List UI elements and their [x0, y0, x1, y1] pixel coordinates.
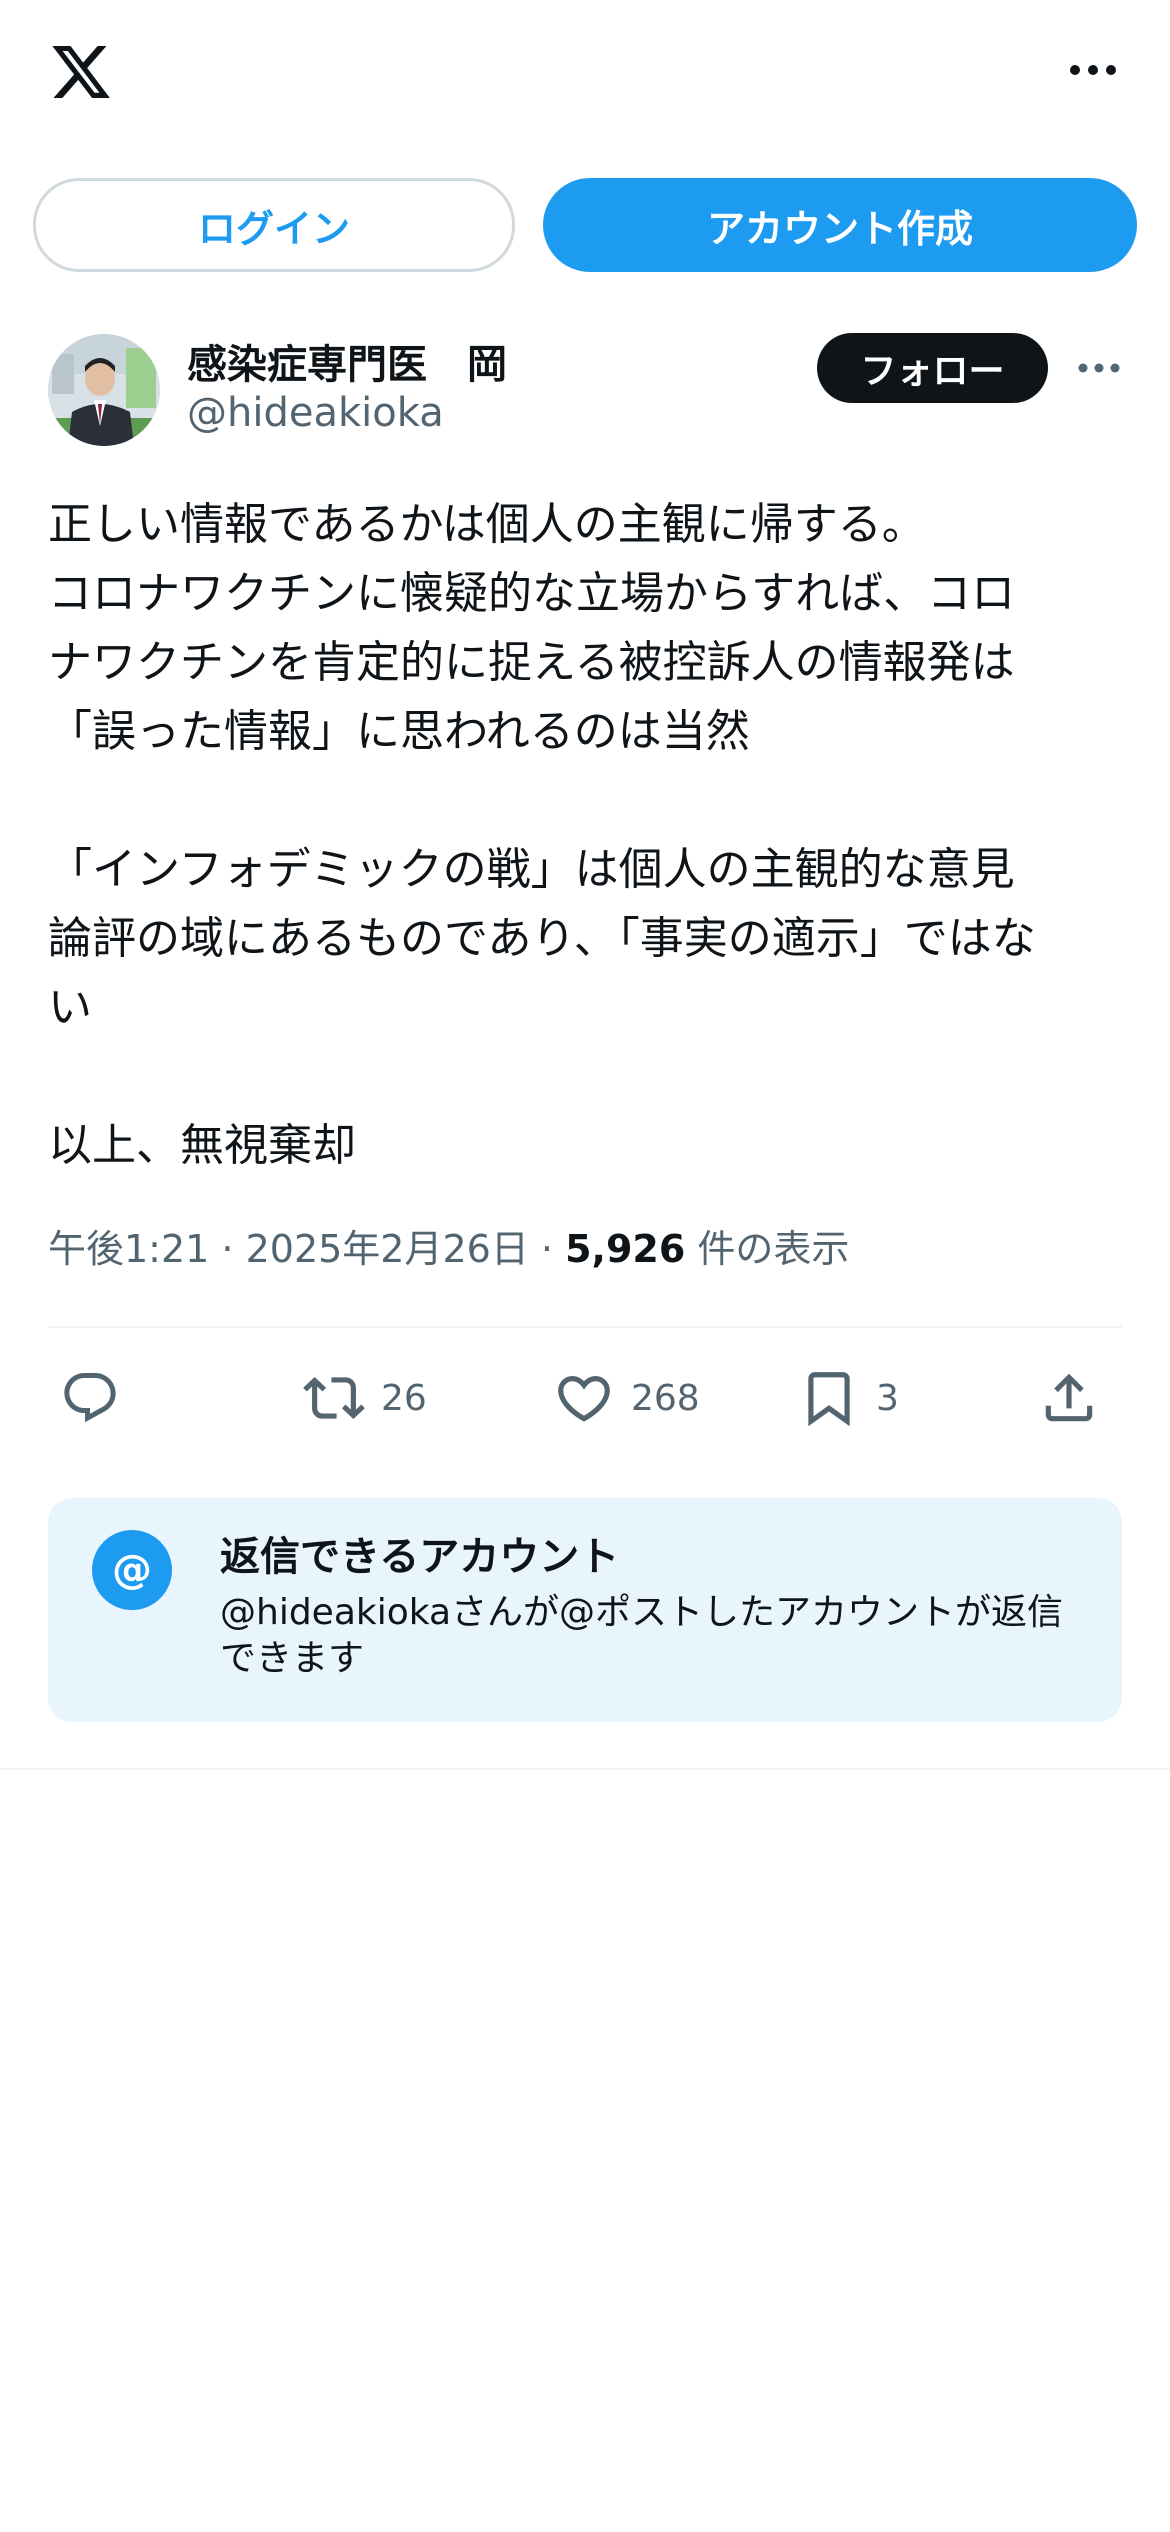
meta-separator: ·: [209, 1227, 246, 1271]
like-button[interactable]: 268: [553, 1360, 700, 1436]
auth-buttons: ログイン アカウント作成: [33, 178, 1137, 272]
share-icon: [1045, 1373, 1093, 1422]
post-text-line: コロナワクチンに懐疑的な立場からすれば、コロ: [48, 568, 1016, 619]
author-display-name[interactable]: 感染症専門医 岡: [187, 332, 507, 390]
avatar-image: [48, 334, 160, 446]
post-meta: 午後1:21 · 2025年2月26日 · 5,926 件の表示: [48, 1218, 1128, 1273]
more-horizontal-icon[interactable]: [1078, 358, 1120, 378]
post-text-line: ナワクチンを肯定的に捉える被控訴人の情報発は: [48, 637, 1015, 688]
views-count: 5,926: [565, 1227, 686, 1271]
meta-separator: ·: [528, 1227, 566, 1271]
repost-icon: [303, 1377, 365, 1419]
reply-settings-notice: @ 返信できるアカウント @hideakiokaさんが@ポストしたアカウントが返…: [48, 1498, 1122, 1722]
heart-icon: [558, 1376, 610, 1422]
post-time[interactable]: 午後1:21: [48, 1227, 209, 1271]
reply-icon: [64, 1373, 116, 1423]
post-text: 正しい情報であるかは個人の主観に帰する。 コロナワクチンに懐疑的な立場からすれば…: [48, 490, 1128, 1180]
top-bar: [0, 0, 1170, 150]
reply-settings-description: @hideakiokaさんが@ポストしたアカウントが返信できます: [220, 1592, 1064, 1679]
repost-count: 26: [381, 1377, 427, 1419]
post-date[interactable]: 2025年2月26日: [246, 1227, 529, 1271]
post-text-line: 「インフォデミックの戦」は個人の主観的な意見: [48, 844, 1015, 895]
reply-settings-title: 返信できるアカウント: [220, 1534, 620, 1580]
bookmark-count: 3: [876, 1377, 899, 1419]
post-text-line: 正しい情報であるかは個人の主観に帰する。: [48, 499, 926, 550]
share-button[interactable]: [1038, 1360, 1100, 1436]
post-header: 感染症専門医 岡 @hideakioka フォロー: [48, 330, 1122, 450]
avatar[interactable]: [48, 334, 160, 446]
follow-button[interactable]: フォロー: [817, 333, 1048, 403]
divider: [0, 1768, 1170, 1770]
bookmark-icon: [808, 1372, 850, 1427]
views-label: 件の表示: [685, 1227, 850, 1271]
at-sign-icon: @: [92, 1530, 172, 1610]
more-horizontal-icon[interactable]: [1068, 58, 1118, 82]
create-account-button[interactable]: アカウント作成: [543, 178, 1137, 272]
post-text-line: 以上、無視棄却: [48, 1120, 356, 1171]
post-text-line: 論評の域にあるものであり、「事実の適示」ではな: [48, 913, 1036, 964]
post-text-line: 「誤った情報」に思われるのは当然: [48, 706, 750, 757]
post-actions: 26 268 3: [48, 1360, 1122, 1436]
reply-button[interactable]: [60, 1360, 120, 1436]
bookmark-button[interactable]: 3: [798, 1360, 899, 1436]
repost-button[interactable]: 26: [303, 1360, 427, 1436]
post-text-line: い: [48, 982, 92, 1033]
author-handle[interactable]: @hideakioka: [187, 390, 444, 436]
divider: [48, 1326, 1122, 1328]
x-logo-icon[interactable]: [46, 40, 116, 104]
like-count: 268: [631, 1377, 700, 1419]
login-button[interactable]: ログイン: [33, 178, 515, 272]
